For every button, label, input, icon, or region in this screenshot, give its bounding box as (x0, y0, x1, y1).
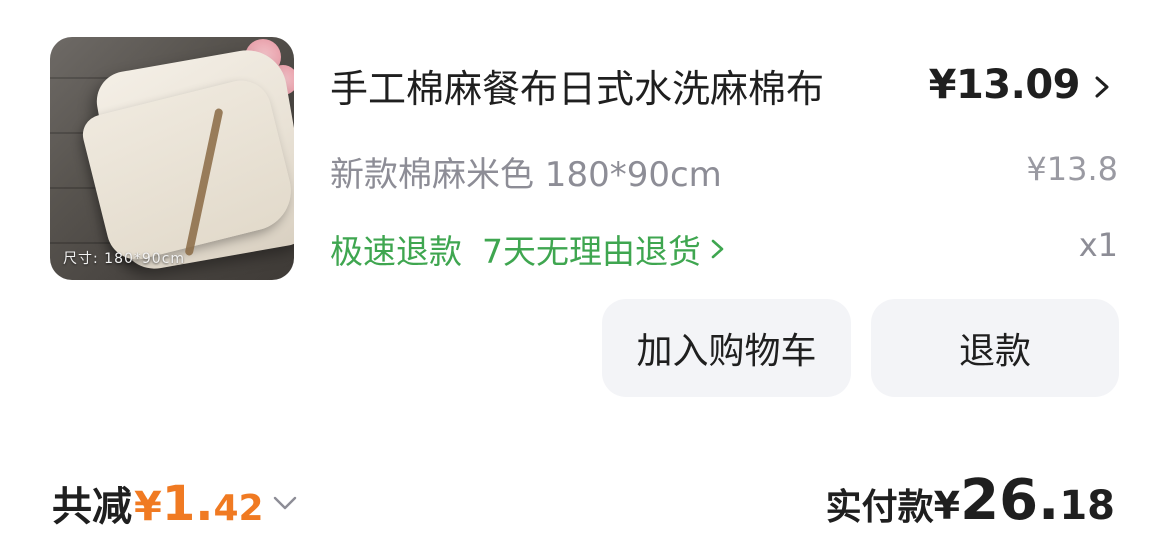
fast-refund-tag: 极速退款 (330, 232, 462, 271)
product-title[interactable]: 手工棉麻餐布日式水洗麻棉布 (330, 58, 824, 113)
product-image[interactable]: 尺寸: 180*90cm (50, 37, 294, 280)
quantity: x1 (1078, 226, 1118, 264)
service-tags[interactable]: 极速退款 7天无理由退货 (330, 225, 727, 273)
seven-day-return-tag: 7天无理由退货 (482, 232, 701, 271)
original-price: ¥13.8 (1026, 150, 1118, 188)
discount-amount-dec: 42 (213, 488, 264, 529)
product-price: ¥13.09 (928, 62, 1081, 108)
add-to-cart-button[interactable]: 加入购物车 (602, 299, 851, 397)
paid-amount-int: 26. (960, 468, 1060, 533)
paid-currency: ¥ (933, 484, 961, 528)
image-caption: 尺寸: 180*90cm (63, 251, 186, 267)
discount-currency: ¥ (134, 484, 162, 530)
paid-amount-dec: 18 (1059, 483, 1115, 529)
discount-amount-int: 1. (161, 476, 214, 532)
paid-label: 实付款 (825, 487, 934, 528)
chevron-down-icon[interactable] (272, 494, 298, 512)
discount-summary[interactable]: 共减 ¥ 1. 42 (52, 474, 298, 532)
refund-button[interactable]: 退款 (871, 299, 1119, 397)
green-chevron-right-icon (711, 239, 724, 259)
paid-total: 实付款 ¥ 26. 18 (826, 468, 1115, 533)
chevron-right-icon[interactable] (1091, 76, 1113, 98)
discount-label: 共减 (52, 484, 132, 530)
product-spec: 新款棉麻米色 180*90cm (330, 155, 722, 195)
